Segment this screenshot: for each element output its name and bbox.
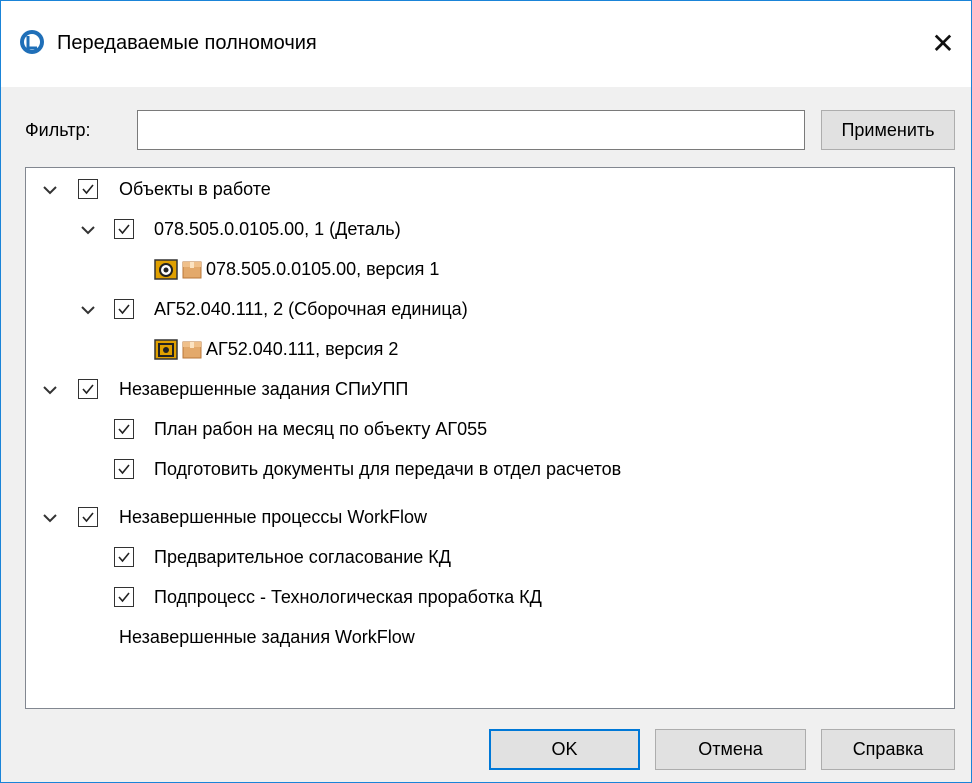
- tree-node-label: 078.505.0.0105.00, 1 (Деталь): [154, 219, 401, 239]
- checkbox[interactable]: [114, 547, 134, 567]
- tree-node-label: АГ52.040.111, 2 (Сборочная единица): [154, 299, 468, 319]
- part-icon: [154, 259, 178, 280]
- assembly-icon: [154, 339, 178, 360]
- tree-node-label: Незавершенные процессы WorkFlow: [119, 507, 428, 527]
- tree-node-label: План рабон на месяц по объекту АГ055: [154, 419, 488, 439]
- chevron-down-icon[interactable]: [78, 220, 98, 240]
- tree-node-part-version[interactable]: 078.505.0.0105.00, версия 1: [26, 251, 946, 291]
- package-icon: [182, 261, 202, 279]
- tree-node-label: Подпроцесс - Технологическая проработка …: [154, 587, 542, 607]
- tree-node-assembly[interactable]: АГ52.040.111, 2 (Сборочная единица): [26, 291, 946, 331]
- tree-node-assembly-version[interactable]: АГ52.040.111, версия 2: [26, 331, 946, 371]
- checkmark-icon: [118, 224, 130, 235]
- permissions-tree[interactable]: Объекты в работе 078.505.0.0105.00, 1 (Д…: [25, 167, 955, 709]
- window-title: Передаваемые полномочия: [57, 32, 317, 54]
- tree-node-unfinished-tasks[interactable]: Незавершенные задания СПиУПП: [26, 371, 946, 411]
- tree-node-process[interactable]: Предварительное согласование КД: [26, 539, 946, 579]
- checkmark-icon: [118, 552, 130, 563]
- ok-button[interactable]: OK: [489, 729, 640, 770]
- chevron-down-icon[interactable]: [78, 300, 98, 320]
- tree-node-label: Незавершенные задания СПиУПП: [119, 379, 409, 399]
- chevron-down-icon[interactable]: [40, 508, 60, 528]
- checkmark-icon: [82, 384, 94, 395]
- checkbox[interactable]: [78, 179, 98, 199]
- tree-node-unfinished-workflow-tasks[interactable]: Незавершенные задания WorkFlow: [26, 619, 946, 659]
- checkmark-icon: [82, 512, 94, 523]
- package-icon: [182, 341, 202, 359]
- tree-node-unfinished-processes[interactable]: Незавершенные процессы WorkFlow: [26, 499, 946, 539]
- checkbox[interactable]: [78, 507, 98, 527]
- app-logo-icon: [20, 30, 44, 54]
- checkmark-icon: [118, 424, 130, 435]
- checkmark-icon: [118, 592, 130, 603]
- filter-label: Фильтр:: [25, 120, 91, 140]
- cancel-button[interactable]: Отмена: [655, 729, 806, 770]
- filter-input[interactable]: [137, 110, 805, 150]
- checkbox[interactable]: [114, 299, 134, 319]
- checkbox[interactable]: [114, 459, 134, 479]
- close-button[interactable]: ✕: [923, 26, 963, 60]
- close-icon: ✕: [931, 27, 955, 59]
- tree-node-label: Подготовить документы для передачи в отд…: [154, 459, 622, 479]
- checkmark-icon: [118, 304, 130, 315]
- checkmark-icon: [82, 184, 94, 195]
- dialog-window: Передаваемые полномочия ✕ Фильтр: Примен…: [0, 0, 972, 783]
- checkbox[interactable]: [114, 587, 134, 607]
- checkbox[interactable]: [78, 379, 98, 399]
- tree-node-process[interactable]: Подпроцесс - Технологическая проработка …: [26, 579, 946, 619]
- chevron-down-icon[interactable]: [40, 380, 60, 400]
- tree-node-label: АГ52.040.111, версия 2: [206, 339, 399, 359]
- title-bar[interactable]: Передаваемые полномочия ✕: [1, 1, 971, 87]
- tree-node-label: Объекты в работе: [119, 179, 271, 199]
- tree-node-label: Незавершенные задания WorkFlow: [119, 627, 415, 647]
- tree-node-task[interactable]: План рабон на месяц по объекту АГ055: [26, 411, 946, 451]
- tree-node-label: Предварительное согласование КД: [154, 547, 451, 567]
- checkmark-icon: [118, 464, 130, 475]
- tree-node-part[interactable]: 078.505.0.0105.00, 1 (Деталь): [26, 211, 946, 251]
- chevron-down-icon[interactable]: [40, 180, 60, 200]
- help-button[interactable]: Справка: [821, 729, 955, 770]
- tree-node-label: 078.505.0.0105.00, версия 1: [206, 259, 440, 279]
- tree-node-objects-in-work[interactable]: Объекты в работе: [26, 171, 946, 211]
- checkbox[interactable]: [114, 419, 134, 439]
- tree-node-task[interactable]: Подготовить документы для передачи в отд…: [26, 451, 946, 491]
- checkbox[interactable]: [114, 219, 134, 239]
- apply-button[interactable]: Применить: [821, 110, 955, 150]
